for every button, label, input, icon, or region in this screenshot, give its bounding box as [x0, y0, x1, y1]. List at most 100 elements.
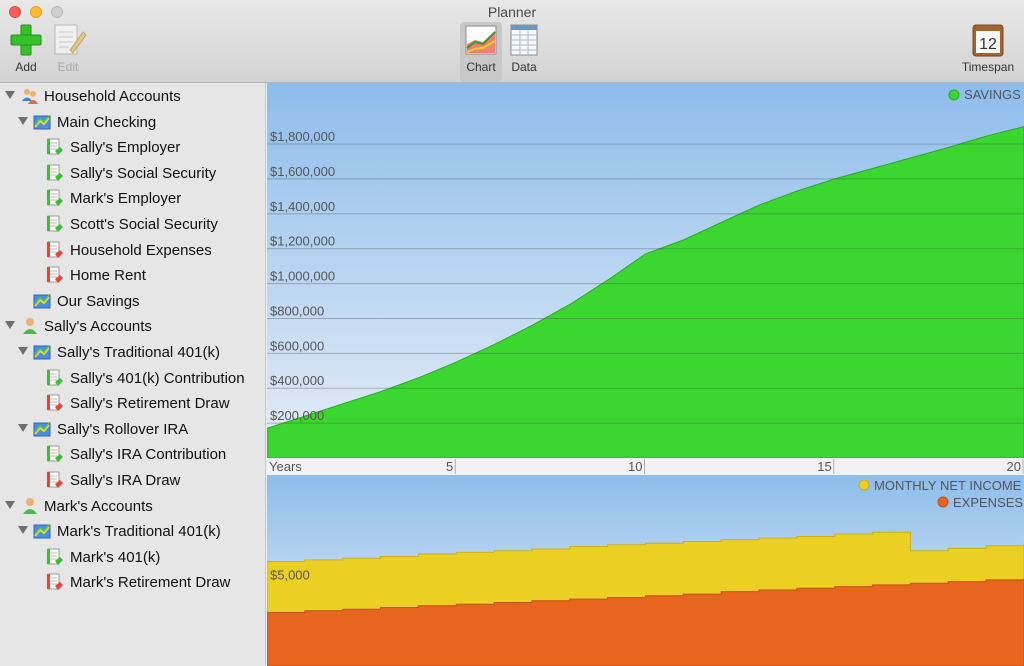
sidebar-item[interactable]: Mark's Traditional 401(k): [0, 519, 266, 544]
income-item-icon: [46, 138, 64, 156]
disclosure-triangle-icon[interactable]: [18, 116, 28, 125]
edit-document-icon: [54, 24, 86, 55]
chart-label: Chart: [466, 60, 496, 74]
chart-area: $200,000 $400,000 $600,000 $800,000 $1,000,0…: [267, 83, 1024, 666]
income-item-icon: [46, 445, 64, 463]
disclosure-triangle-icon[interactable]: [18, 423, 28, 432]
income-item-icon: [46, 189, 64, 207]
x-axis-label: Years: [269, 459, 302, 474]
sidebar-item[interactable]: Sally's IRA Draw: [0, 468, 266, 493]
disclosure-triangle-icon[interactable]: [5, 321, 15, 330]
timespan-button[interactable]: 12 Timespan: [958, 22, 1018, 74]
sidebar-item-label: Scott's Social Security: [70, 216, 218, 233]
expense-item-icon: [46, 266, 64, 284]
sidebar-item[interactable]: Sally's Rollover IRA: [0, 417, 266, 442]
disclosure-triangle-icon[interactable]: [18, 526, 28, 535]
sidebar-item[interactable]: Home Rent: [0, 263, 266, 288]
sidebar-item-label: Mark's Traditional 401(k): [57, 523, 221, 541]
edit-button[interactable]: Edit: [48, 22, 88, 74]
sidebar-item[interactable]: Sally's Social Security: [0, 161, 266, 186]
sidebar-item-label: Sally's Traditional 401(k): [57, 344, 220, 361]
account-chart-icon: [33, 420, 51, 438]
account-chart-icon: [33, 113, 51, 131]
income-item-icon: [46, 215, 64, 233]
y-tick-label: $200,000: [270, 408, 324, 423]
sidebar-item-label: Sally's Social Security: [70, 164, 217, 182]
sidebar-item[interactable]: Mark's 401(k): [0, 545, 266, 570]
expense-item-icon: [46, 394, 64, 412]
income-item-icon: [46, 548, 64, 566]
legend-label: MONTHLY NET INCOME: [874, 478, 1022, 493]
sidebar-item-label: Mark's Employer: [70, 190, 182, 208]
legend-swatch: [858, 479, 870, 491]
window-toolbar: Planner Add Edit Chart Data 12 Timespan: [0, 0, 1024, 83]
y-tick-label: $800,000: [270, 303, 324, 318]
legend-label: SAVINGS: [964, 87, 1021, 102]
expense-item-icon: [46, 471, 64, 489]
sidebar-item[interactable]: Sally's 401(k) Contribution: [0, 366, 266, 391]
timespan-label: Timespan: [961, 60, 1015, 74]
sidebar-item-label: Sally's Retirement Draw: [70, 395, 230, 413]
sidebar-item-label: Sally's IRA Draw: [70, 472, 181, 489]
sidebar-item[interactable]: Sally's Employer: [0, 135, 266, 160]
sidebar-item[interactable]: Sally's Retirement Draw: [0, 391, 266, 416]
sidebar-item[interactable]: Mark's Accounts: [0, 494, 266, 519]
sidebar-item-label: Our Savings: [57, 292, 140, 310]
sidebar-item[interactable]: Mark's Retirement Draw: [0, 570, 266, 595]
disclosure-triangle-icon[interactable]: [5, 500, 15, 509]
y-tick-label: $5,000: [270, 567, 310, 582]
chart-view-button[interactable]: Chart: [460, 22, 502, 82]
add-button[interactable]: Add: [6, 22, 46, 74]
income-item-icon: [46, 164, 64, 182]
sidebar-item-label: Mark's 401(k): [70, 548, 161, 566]
disclosure-triangle-icon[interactable]: [18, 347, 28, 355]
person-icon: [21, 497, 39, 515]
sidebar-item[interactable]: Sally's Traditional 401(k): [0, 340, 266, 365]
y-tick-label: $1,800,000: [270, 129, 335, 144]
sidebar-item[interactable]: Main Checking: [0, 110, 266, 135]
sidebar-item[interactable]: Mark's Employer: [0, 186, 266, 211]
sidebar-item-label: Sally's Employer: [70, 139, 181, 157]
legend-swatch: [937, 496, 949, 508]
person-icon: [21, 317, 39, 335]
sidebar-item-label: Mark's Accounts: [44, 497, 153, 515]
chart-icon: [465, 25, 497, 55]
y-tick-label: $1,200,000: [270, 234, 335, 249]
planner-charts: $200,000 $400,000 $600,000 $800,000 $1,000,0…: [267, 83, 1024, 666]
table-icon: [510, 24, 538, 56]
account-chart-icon: [33, 292, 51, 310]
sidebar-item[interactable]: Household Expenses: [0, 238, 266, 263]
sidebar-item[interactable]: Sally's IRA Contribution: [0, 442, 266, 467]
y-tick-label: $600,000: [270, 338, 324, 353]
sidebar-item-label: Sally's 401(k) Contribution: [70, 369, 245, 387]
data-view-button[interactable]: Data: [504, 22, 544, 74]
y-tick-label: $400,000: [270, 373, 324, 388]
sidebar-item[interactable]: Scott's Social Security: [0, 212, 266, 237]
sidebar-item-label: Household Accounts: [44, 88, 181, 105]
group-icon: [21, 87, 39, 105]
x-axis-band: [267, 458, 1024, 475]
sidebar-item-label: Main Checking: [57, 113, 157, 131]
sidebar-item[interactable]: Household Accounts: [0, 84, 266, 109]
y-tick-label: $1,400,000: [270, 199, 335, 214]
timespan-value: 12: [979, 36, 997, 53]
account-chart-icon: [33, 522, 51, 540]
x-tick-label: 15: [817, 459, 831, 474]
x-tick-label: 5: [446, 459, 453, 474]
window-title: Planner: [487, 4, 537, 20]
accounts-sidebar[interactable]: Household Accounts Main Checking Sally's E…: [0, 83, 266, 666]
account-chart-icon: [33, 343, 51, 361]
edit-label: Edit: [57, 60, 79, 74]
y-tick-label: $1,600,000: [270, 164, 335, 179]
sidebar-item-label: Mark's Retirement Draw: [70, 574, 231, 592]
data-label: Data: [511, 60, 537, 74]
add-label: Add: [15, 60, 37, 74]
sidebar-item-label: Sally's IRA Contribution: [70, 446, 227, 464]
sidebar-item-label: Sally's Accounts: [44, 318, 152, 336]
disclosure-triangle-icon[interactable]: [5, 91, 15, 99]
sidebar-item[interactable]: Sally's Accounts: [0, 314, 266, 339]
x-tick-label: 20: [1007, 459, 1021, 474]
plus-icon: [10, 24, 42, 56]
legend-swatch: [948, 89, 960, 101]
sidebar-item[interactable]: Our Savings: [0, 289, 266, 314]
